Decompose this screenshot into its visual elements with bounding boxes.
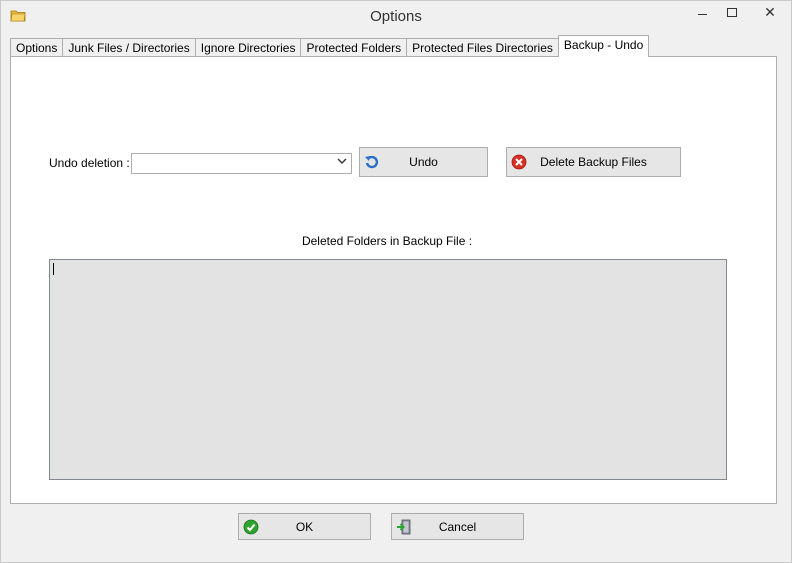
delete-backup-files-label: Delete Backup Files: [540, 155, 647, 169]
checkmark-icon: [243, 519, 259, 534]
window-title: Options: [370, 8, 422, 25]
chevron-down-icon[interactable]: [337, 157, 347, 168]
options-window: Options ✕ Options Junk Files / Directori…: [0, 0, 792, 563]
tab-protected-folders[interactable]: Protected Folders: [300, 38, 408, 57]
cancel-button-label: Cancel: [438, 519, 477, 534]
cancel-button[interactable]: Cancel: [391, 513, 524, 540]
tab-junk-files-directories[interactable]: Junk Files / Directories: [62, 38, 196, 57]
tab-backup-undo[interactable]: Backup - Undo: [557, 35, 650, 57]
minimize-icon[interactable]: [687, 1, 717, 23]
tab-strip: Options Junk Files / Directories Ignore …: [10, 35, 650, 57]
deleted-folders-textbox[interactable]: [49, 259, 727, 480]
close-icon[interactable]: ✕: [747, 1, 792, 23]
undo-button-label: Undo: [409, 155, 438, 169]
undo-button[interactable]: Undo: [359, 147, 488, 177]
undo-deletion-label: Undo deletion :: [49, 156, 130, 170]
delete-backup-files-button[interactable]: Delete Backup Files: [506, 147, 681, 177]
ok-button[interactable]: OK: [238, 513, 371, 540]
text-caret: [53, 263, 54, 275]
maximize-icon[interactable]: [717, 1, 747, 23]
tab-protected-files-directories[interactable]: Protected Files Directories: [406, 38, 559, 57]
undo-deletion-combobox[interactable]: [131, 153, 352, 174]
delete-icon: [511, 154, 527, 170]
tab-options[interactable]: Options: [10, 38, 64, 57]
exit-door-icon: [397, 519, 411, 534]
tab-ignore-directories[interactable]: Ignore Directories: [194, 38, 302, 57]
deleted-folders-label: Deleted Folders in Backup File :: [301, 234, 473, 248]
ok-button-label: OK: [295, 519, 314, 534]
title-bar[interactable]: Options ✕: [1, 1, 791, 31]
undo-arrow-icon: [365, 155, 379, 169]
